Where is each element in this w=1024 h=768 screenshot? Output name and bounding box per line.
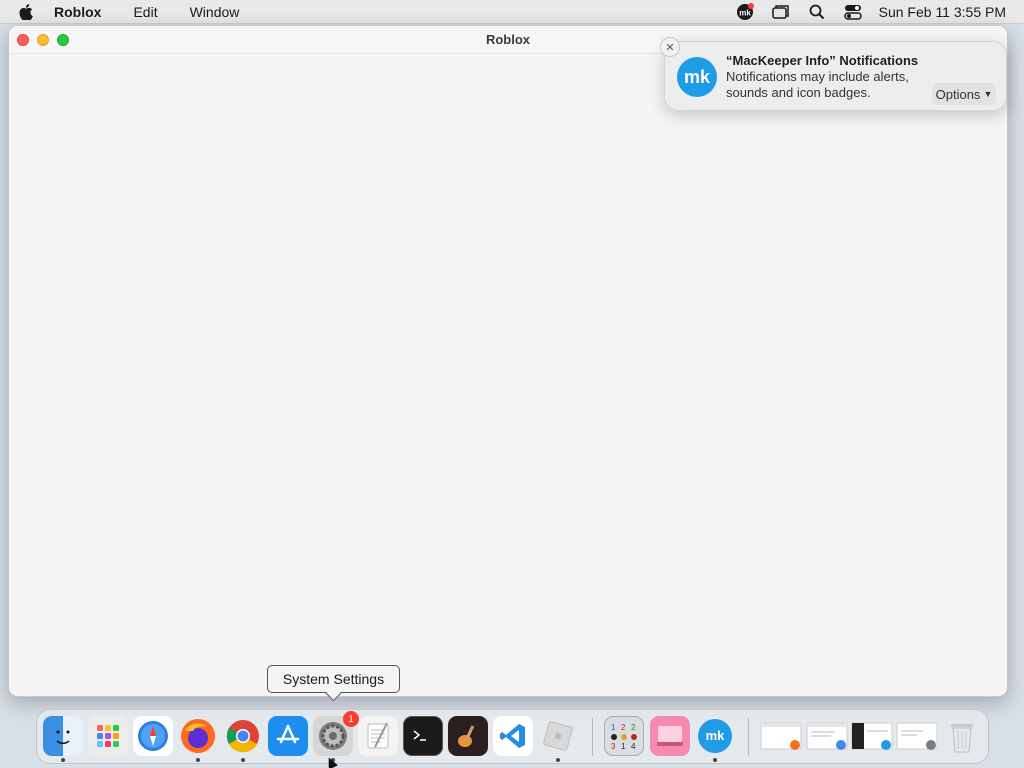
garageband-icon[interactable] [448,716,488,756]
recent-window-thumbnail-3[interactable] [850,716,894,756]
roblox-running-dot [556,758,560,762]
dock: 1 122314 mk [36,709,989,764]
system-settings-icon[interactable]: 1 [313,711,359,756]
terminal-icon[interactable] [403,716,443,756]
chrome-icon[interactable] [223,716,263,756]
svg-text:2: 2 [631,723,636,732]
menu-edit[interactable]: Edit [133,4,189,20]
svg-text:1: 1 [611,723,616,732]
roblox-icon[interactable] [538,716,578,756]
dock-separator-2 [748,718,749,756]
mackeeper-running-dot [713,758,717,762]
app-store-icon[interactable] [268,716,308,756]
vscode-icon[interactable] [493,716,533,756]
window-content[interactable] [9,54,1007,696]
menu-bar-clock[interactable]: Sun Feb 11 3:55 PM [871,4,1024,20]
window-icon[interactable] [763,4,799,20]
menu-window[interactable]: Window [190,4,256,20]
options-label: Options [935,86,981,102]
svg-text:1: 1 [621,742,626,751]
dock-tooltip: System Settings [267,665,400,693]
chrome-running-dot [241,758,245,762]
search-icon[interactable] [799,4,835,20]
svg-text:mk: mk [706,728,726,743]
mackeeper-dock-icon[interactable]: mk [695,716,735,756]
firefox-icon[interactable] [178,716,218,756]
finder-icon[interactable] [43,716,83,756]
notification-title: “MacKeeper Info” Notifications [726,53,919,68]
system-settings-badge: 1 [343,711,359,727]
firefox-running-dot [196,758,200,762]
recent-window-thumbnail-2[interactable] [805,716,849,756]
menu-app-name[interactable]: Roblox [52,4,133,20]
safari-icon[interactable] [133,716,173,756]
notification-body: Notifications may include alerts, sounds… [726,69,909,100]
sudoku-icon[interactable]: 122314 [604,716,644,756]
menu-bar: Roblox Edit Window mk Sun Feb 11 3:55 PM [0,0,1024,24]
svg-text:mk: mk [739,8,751,17]
notification-options-button[interactable]: Options ▼ [932,83,996,105]
recent-window-thumbnail-4[interactable] [895,716,939,756]
cleanmymac-icon[interactable] [650,716,690,756]
mackeeper-icon[interactable]: mk [727,2,763,21]
apple-menu-icon[interactable] [0,3,52,20]
mackeeper-notification[interactable]: ✕ mk “MacKeeper Info” Notifications Noti… [660,37,1007,111]
svg-text:3: 3 [611,742,616,751]
svg-text:2: 2 [621,723,626,732]
roblox-window: Roblox [8,25,1008,697]
textedit-icon[interactable] [358,716,398,756]
trash-icon[interactable] [942,716,982,756]
dock-separator [592,718,593,756]
svg-text:4: 4 [631,742,636,751]
mackeeper-app-icon: mk [677,57,717,97]
notification-close-button[interactable]: ✕ [660,37,680,57]
recent-window-thumbnail-1[interactable] [759,716,803,756]
launchpad-icon[interactable] [88,716,128,756]
finder-running-dot [61,758,65,762]
control-center-icon[interactable] [835,4,871,20]
chevron-down-icon: ▼ [983,89,993,99]
